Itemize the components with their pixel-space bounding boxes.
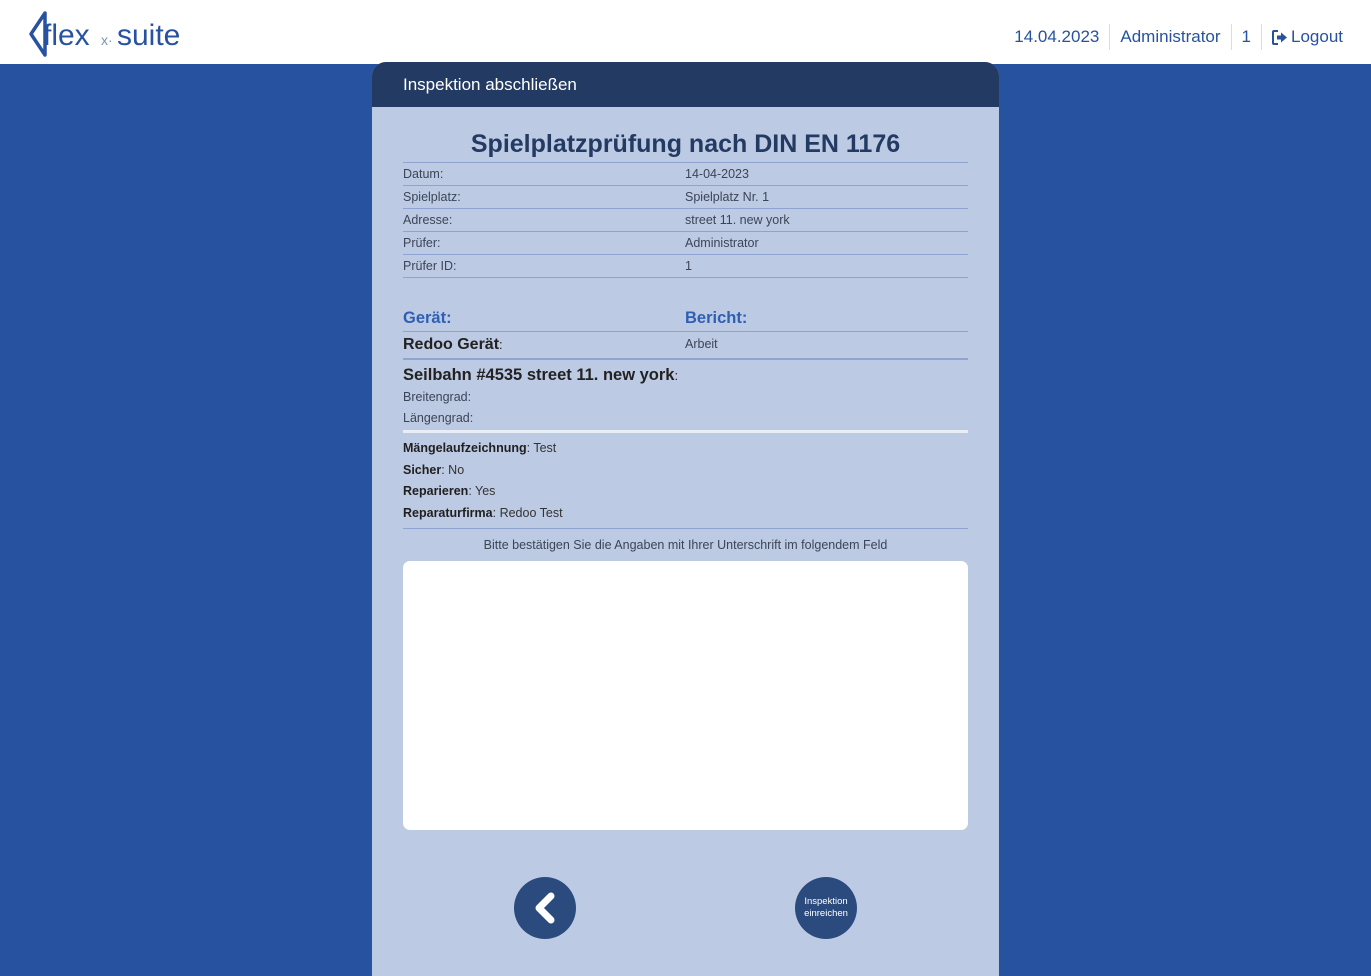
divider — [403, 430, 968, 433]
device-report-heading: Gerät: Bericht: — [403, 307, 968, 332]
panel-header-title: Inspektion abschließen — [403, 75, 577, 94]
info-label: Prüfer: — [403, 236, 441, 250]
user-id: 1 — [1241, 27, 1251, 46]
detail-repair-company: Reparaturfirma: Redoo Test — [403, 503, 968, 525]
info-row-date: Datum: 14-04-2023 — [403, 163, 968, 186]
svg-text:suite: suite — [117, 19, 180, 52]
info-label: Spielplatz: — [403, 190, 461, 204]
svg-text:flex: flex — [43, 19, 90, 52]
info-label: Adresse: — [403, 213, 453, 227]
device-name: Redoo Gerät — [403, 336, 500, 353]
info-label: Prüfer ID: — [403, 259, 457, 273]
info-label: Datum: — [403, 167, 444, 181]
equipment-name: Seilbahn #4535 street 11. new york — [403, 366, 675, 384]
flex-suite-logo[interactable]: flex x· suite — [25, 10, 205, 58]
latitude-label: Breitengrad: — [403, 390, 472, 404]
detail-defects: Mängelaufzeichnung: Test — [403, 438, 968, 460]
info-value: 14-04-2023 — [685, 167, 749, 181]
submit-inspection-button[interactable]: Inspektion einreichen — [795, 877, 857, 939]
sign-out-icon — [1272, 29, 1287, 45]
top-bar: flex x· suite 14.04.2023 Administrator 1… — [0, 0, 1371, 64]
back-button[interactable] — [514, 877, 576, 939]
defect-details: Mängelaufzeichnung: Test Sicher: No Repa… — [403, 438, 968, 529]
detail-repair: Reparieren: Yes — [403, 481, 968, 503]
detail-safe: Sicher: No — [403, 460, 968, 482]
detail-value: : Yes — [468, 484, 496, 498]
signature-instruction: Bitte bestätigen Sie die Angaben mit Ihr… — [483, 538, 888, 552]
signature-pad[interactable] — [403, 561, 968, 830]
info-row-address: Adresse: street 11. new york — [403, 209, 968, 232]
detail-value: : Redoo Test — [492, 505, 563, 520]
device-colon: : — [499, 337, 503, 352]
top-nav: 14.04.2023 Administrator 1 Logout — [1004, 24, 1343, 50]
svg-text:x·: x· — [101, 32, 113, 48]
info-row-inspector: Prüfer: Administrator — [403, 232, 968, 255]
panel-header: Inspektion abschließen — [372, 62, 999, 107]
info-value: Administrator — [685, 236, 759, 250]
info-row-inspector-id: Prüfer ID: 1 — [403, 255, 968, 278]
info-table: Datum: 14-04-2023 Spielplatz: Spielplatz… — [403, 162, 968, 278]
logout-label: Logout — [1291, 27, 1343, 46]
logout-link[interactable]: Logout — [1262, 25, 1343, 49]
detail-value: : Test — [526, 441, 557, 455]
submit-label-line1: Inspektion — [804, 896, 848, 907]
equipment-title: Seilbahn #4535 street 11. new york: — [403, 364, 968, 387]
info-value: street 11. new york — [685, 213, 790, 227]
info-value: Spielplatz Nr. 1 — [685, 190, 770, 204]
detail-label: Reparieren — [403, 484, 469, 498]
submit-label-line2: einreichen — [804, 908, 848, 919]
detail-label: Sicher — [403, 462, 442, 477]
detail-value: : No — [441, 462, 465, 477]
device-heading: Gerät: — [403, 309, 452, 327]
info-value: 1 — [685, 259, 692, 273]
page-title: Spielplatzprüfung nach DIN EN 1176 — [470, 130, 901, 158]
detail-label: Reparaturfirma — [403, 505, 493, 520]
device-name-cell: Redoo Gerät: — [403, 336, 685, 354]
info-row-playground: Spielplatz: Spielplatz Nr. 1 — [403, 186, 968, 209]
report-heading: Bericht: — [685, 309, 748, 327]
detail-label: Mängelaufzeichnung — [403, 441, 527, 455]
chevron-left-icon — [535, 892, 555, 924]
equipment-colon: : — [674, 368, 679, 383]
device-row: Redoo Gerät: Arbeit — [403, 332, 968, 360]
current-date: 14.04.2023 — [1014, 27, 1100, 46]
longitude-label: Längengrad: — [403, 411, 474, 425]
inspection-panel: Inspektion abschließen Spielplatzprüfung… — [372, 62, 999, 976]
submit-label: Inspektion einreichen — [804, 896, 848, 920]
report-value: Arbeit — [685, 337, 718, 351]
user-name-link[interactable]: Administrator — [1110, 25, 1230, 49]
panel-body: Spielplatzprüfung nach DIN EN 1176 Datum… — [403, 107, 968, 830]
